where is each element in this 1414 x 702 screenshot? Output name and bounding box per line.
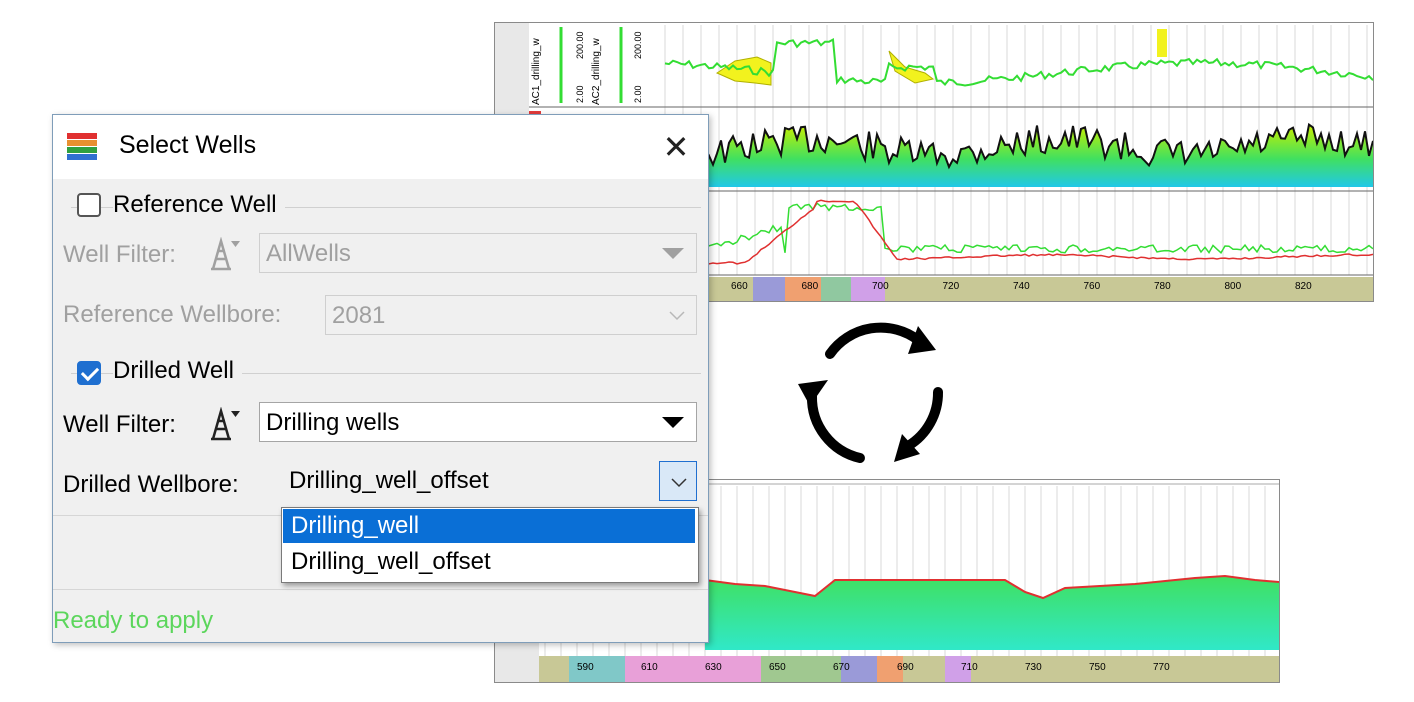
bottom-depth-axis: 590 610 630 650 670 690 710 730 750 770 <box>495 662 1279 680</box>
depth-tick-label: 590 <box>577 662 594 673</box>
depth-tick-label: 820 <box>1295 281 1312 292</box>
depth-tick-label: 690 <box>897 662 914 673</box>
reference-well-filter-label: Well Filter: <box>63 241 176 268</box>
reference-wellbore-label: Reference Wellbore: <box>63 301 282 328</box>
dialog-titlebar[interactable]: Select Wells ✕ <box>53 115 708 179</box>
drilled-well-filter-select[interactable]: Drilling wells <box>259 402 697 442</box>
drilled-well-filter-value: Drilling wells <box>266 409 400 436</box>
scale-min-1: 2.00 <box>575 85 585 103</box>
scale-max-2: 200.00 <box>633 31 643 59</box>
close-icon: ✕ <box>662 129 690 165</box>
depth-tick-label: 710 <box>961 662 978 673</box>
dialog-title: Select Wells <box>119 131 257 159</box>
track-label-ac1: AC1_drilling_w <box>531 38 542 105</box>
close-button[interactable]: ✕ <box>654 125 698 169</box>
reference-well-filter-value: AllWells <box>266 240 351 267</box>
drilled-wellbore-dropdown-button[interactable] <box>659 461 697 501</box>
depth-tick-label: 800 <box>1224 281 1242 292</box>
depth-tick-label: 610 <box>641 662 658 673</box>
drilling-rig-filter-icon <box>211 407 240 441</box>
reference-wellbore-select[interactable]: 2081 <box>325 295 697 335</box>
depth-tick-label: 630 <box>705 662 722 673</box>
depth-tick-label: 680 <box>801 281 819 292</box>
reference-well-checkbox[interactable] <box>77 193 101 217</box>
depth-tick-label: 650 <box>769 662 786 673</box>
depth-tick-label: 730 <box>1025 662 1042 673</box>
depth-tick-label: 740 <box>1013 281 1030 292</box>
depth-tick-label: 750 <box>1089 662 1106 673</box>
option-drilling-well-offset[interactable]: Drilling_well_offset <box>283 545 695 579</box>
separator <box>53 589 708 590</box>
drilled-well-checkbox[interactable] <box>77 361 101 385</box>
depth-tick-label: 720 <box>942 281 960 292</box>
track-label-ac2: AC2_drilling_w <box>591 38 602 105</box>
refresh-cycle-icon <box>798 322 944 463</box>
drilling-rig-filter-icon <box>211 237 240 271</box>
drilled-wellbore-label: Drilled Wellbore: <box>63 471 239 498</box>
depth-tick-label: 780 <box>1154 281 1171 292</box>
chevron-down-icon <box>662 417 684 428</box>
well-layers-app-icon <box>67 133 97 160</box>
chevron-down-icon <box>669 311 685 321</box>
drilled-wellbore-value: Drilling_well_offset <box>289 467 489 494</box>
depth-tick-label: 660 <box>731 281 748 292</box>
drilled-well-filter-label: Well Filter: <box>63 411 176 438</box>
drilled-well-label: Drilled Well <box>113 357 242 385</box>
status-text: Ready to apply <box>53 607 214 634</box>
drilled-wellbore-options-list: Drilling_well Drilling_well_offset <box>281 507 699 583</box>
depth-tick-label: 670 <box>833 662 850 673</box>
reference-wellbore-value: 2081 <box>332 302 386 329</box>
scale-max-1: 200.00 <box>575 31 585 59</box>
depth-tick-label: 770 <box>1153 662 1170 673</box>
reference-well-label: Reference Well <box>113 191 285 219</box>
reference-well-filter-select[interactable]: AllWells <box>259 233 697 273</box>
option-drilling-well[interactable]: Drilling_well <box>283 509 695 543</box>
scale-min-2: 2.00 <box>633 85 643 103</box>
drilled-wellbore-select[interactable]: Drilling_well_offset <box>283 461 697 501</box>
depth-tick-label: 700 <box>872 281 889 292</box>
chevron-down-icon <box>671 478 687 488</box>
chevron-down-icon <box>662 248 684 259</box>
depth-tick-label: 760 <box>1083 281 1101 292</box>
